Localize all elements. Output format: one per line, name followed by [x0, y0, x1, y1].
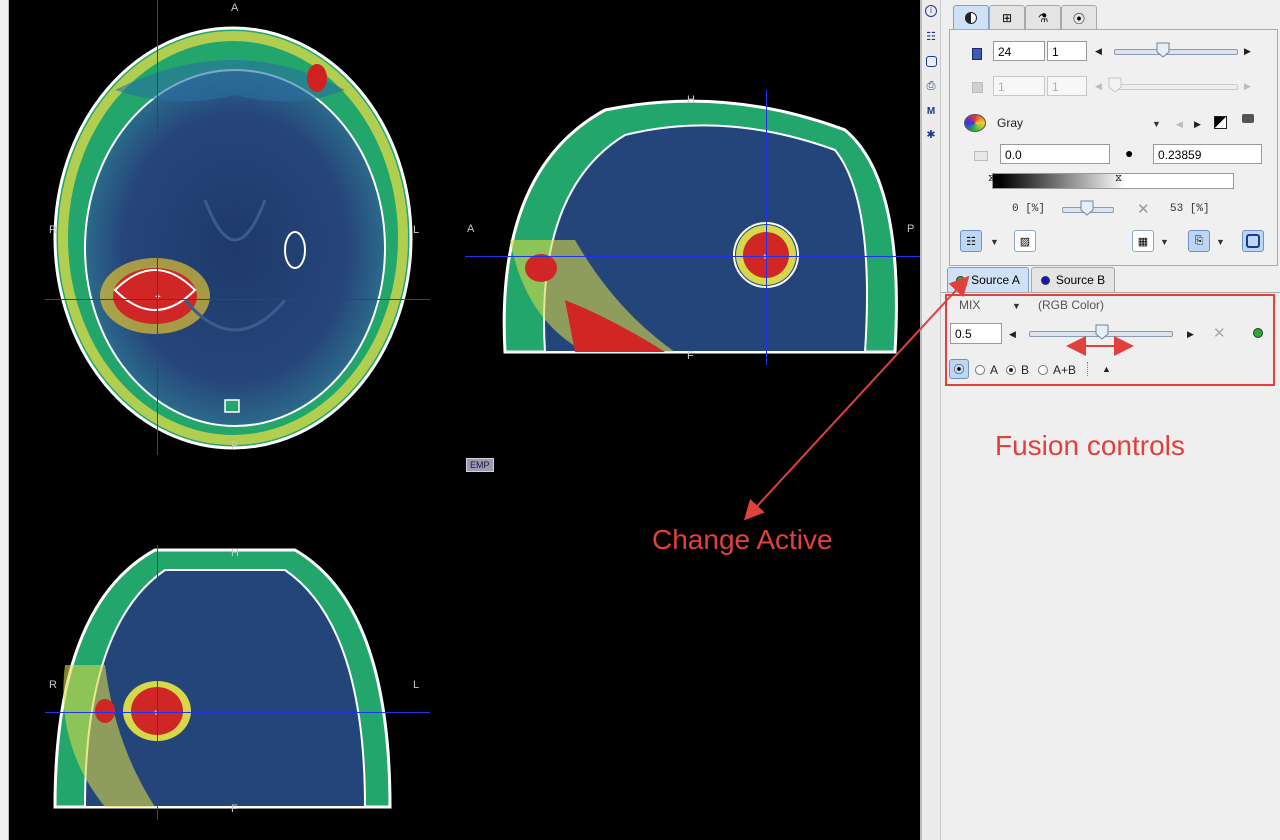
change-active-annotation: Change Active [652, 524, 833, 555]
fusion-controls-annotation: Fusion controls [995, 430, 1185, 461]
annotation-arrows [743, 275, 1134, 521]
change-active-arrow [743, 275, 970, 521]
